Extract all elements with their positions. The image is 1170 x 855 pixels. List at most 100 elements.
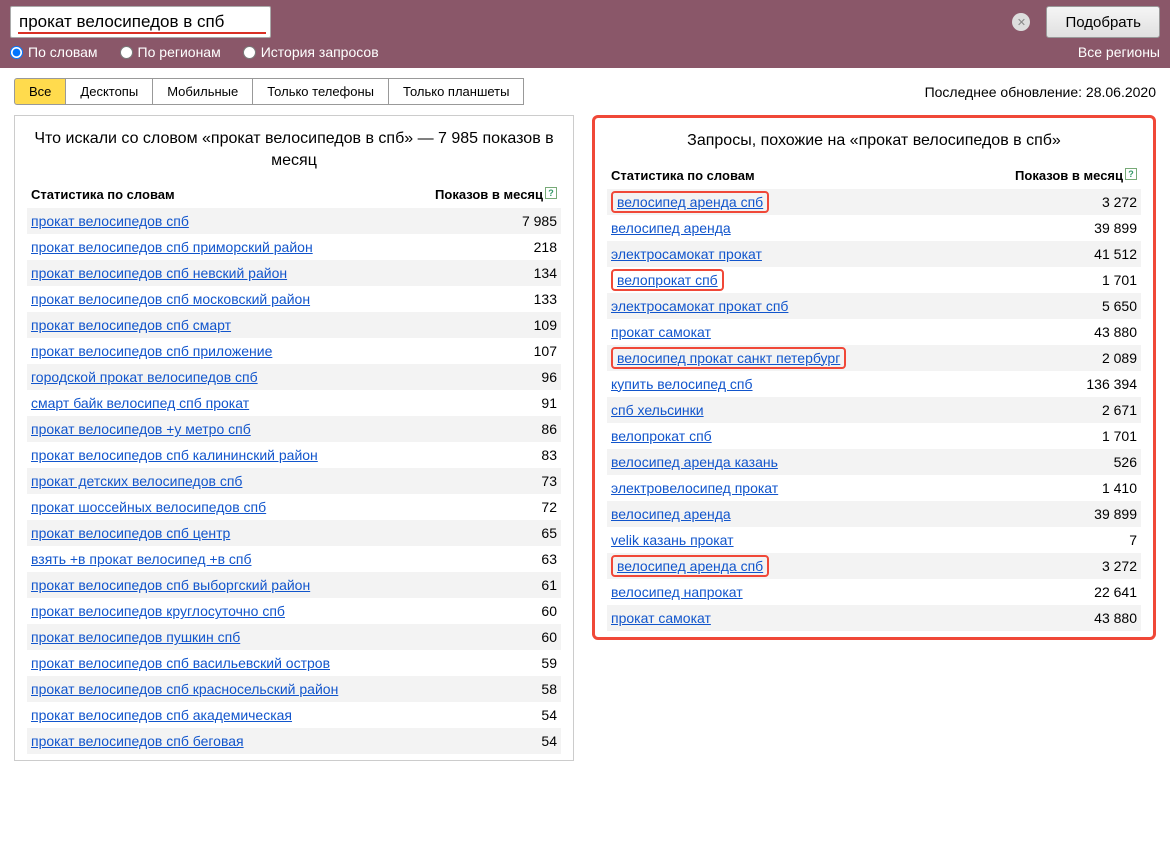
- shows-value: 5 650: [1067, 298, 1137, 314]
- table-row: прокат велосипедов спб приложение107: [27, 338, 561, 364]
- table-row: велосипед аренда казань 526: [607, 449, 1141, 475]
- shows-value: 41 512: [1067, 246, 1137, 262]
- query-link[interactable]: велосипед аренда: [611, 506, 731, 522]
- radio-label: По регионам: [138, 44, 221, 60]
- tab-all[interactable]: Все: [14, 78, 66, 105]
- table-row: прокат велосипедов спб невский район 134: [27, 260, 561, 286]
- query-link[interactable]: велопрокат спб: [611, 428, 712, 444]
- query-link[interactable]: велопрокат спб: [611, 269, 724, 291]
- shows-value: 136 394: [1067, 376, 1137, 392]
- tab-phones[interactable]: Только телефоны: [252, 78, 389, 105]
- query-link[interactable]: велосипед аренда: [611, 220, 731, 236]
- query-link[interactable]: прокат самокат: [611, 610, 711, 626]
- table-row: прокат велосипедов спб смарт 109: [27, 312, 561, 338]
- radio-history[interactable]: История запросов: [243, 44, 379, 60]
- query-link[interactable]: прокат велосипедов спб красносельский ра…: [31, 681, 338, 697]
- query-link[interactable]: спб хельсинки: [611, 402, 704, 418]
- query-link[interactable]: прокат велосипедов спб выборгский район: [31, 577, 310, 593]
- query-link[interactable]: купить велосипед спб: [611, 376, 753, 392]
- query-link[interactable]: прокат велосипедов +у метро спб: [31, 421, 251, 437]
- query-link[interactable]: прокат велосипедов спб смарт: [31, 317, 231, 333]
- query-link[interactable]: прокат шоссейных велосипедов спб: [31, 499, 266, 515]
- query-link[interactable]: велосипед аренда казань: [611, 454, 778, 470]
- shows-value: 39 899: [1067, 506, 1137, 522]
- search-underline-annotation: [18, 32, 266, 34]
- table-row: прокат шоссейных велосипедов спб 72: [27, 494, 561, 520]
- clear-icon[interactable]: ✕: [1012, 13, 1030, 31]
- table-row: электросамокат прокат спб 5 650: [607, 293, 1141, 319]
- panel-title: Запросы, похожие на «прокат велосипедов …: [607, 130, 1141, 152]
- shows-value: 65: [487, 525, 557, 541]
- query-link[interactable]: velik казань прокат: [611, 532, 734, 548]
- table-row: прокат велосипедов спб московский район1…: [27, 286, 561, 312]
- query-link[interactable]: прокат велосипедов пушкин спб: [31, 629, 240, 645]
- shows-value: 2 671: [1067, 402, 1137, 418]
- table-row: прокат велосипедов спб беговая54: [27, 728, 561, 754]
- query-link[interactable]: городской прокат велосипедов спб: [31, 369, 258, 385]
- shows-value: 526: [1067, 454, 1137, 470]
- shows-value: 3 272: [1067, 558, 1137, 574]
- query-link[interactable]: прокат велосипедов спб центр: [31, 525, 230, 541]
- query-link[interactable]: велосипед аренда спб: [611, 555, 769, 577]
- table-row: смарт байк велосипед спб прокат91: [27, 390, 561, 416]
- query-link[interactable]: прокат велосипедов спб приморский район: [31, 239, 313, 255]
- query-link[interactable]: прокат велосипедов спб приложение: [31, 343, 272, 359]
- query-link[interactable]: электровелосипед прокат: [611, 480, 778, 496]
- query-link[interactable]: прокат велосипедов спб беговая: [31, 733, 244, 749]
- th-stat: Статистика по словам: [31, 187, 435, 202]
- shows-value: 22 641: [1067, 584, 1137, 600]
- shows-value: 1 701: [1067, 272, 1137, 288]
- tab-mobile[interactable]: Мобильные: [152, 78, 253, 105]
- table-row: прокат велосипедов спб выборгский район 6…: [27, 572, 561, 598]
- table-row: прокат самокат43 880: [607, 319, 1141, 345]
- query-link[interactable]: прокат велосипедов спб: [31, 213, 189, 229]
- table-row: велосипед прокат санкт петербург2 089: [607, 345, 1141, 371]
- query-link[interactable]: велосипед прокат санкт петербург: [611, 347, 846, 369]
- query-link[interactable]: прокат велосипедов спб васильевский остр…: [31, 655, 330, 671]
- help-icon[interactable]: ?: [1125, 168, 1137, 180]
- query-link[interactable]: взять +в прокат велосипед +в спб: [31, 551, 252, 567]
- table-row: прокат велосипедов спб васильевский остр…: [27, 650, 561, 676]
- radio-by-regions[interactable]: По регионам: [120, 44, 221, 60]
- query-link[interactable]: прокат велосипедов спб академическая: [31, 707, 292, 723]
- table-header: Статистика по словам Показов в месяц?: [27, 183, 561, 208]
- tab-desktops[interactable]: Десктопы: [65, 78, 153, 105]
- table-row: велосипед аренда 39 899: [607, 501, 1141, 527]
- shows-value: 218: [487, 239, 557, 255]
- help-icon[interactable]: ?: [545, 187, 557, 199]
- tab-tablets[interactable]: Только планшеты: [388, 78, 524, 105]
- radio-by-words[interactable]: По словам: [10, 44, 98, 60]
- query-link[interactable]: прокат велосипедов спб калининский район: [31, 447, 318, 463]
- shows-value: 109: [487, 317, 557, 333]
- shows-value: 134: [487, 265, 557, 281]
- query-link[interactable]: велосипед напрокат: [611, 584, 743, 600]
- shows-value: 83: [487, 447, 557, 463]
- header-bar: ✕ Подобрать По словам По регионам Истори…: [0, 0, 1170, 68]
- query-link[interactable]: прокат детских велосипедов спб: [31, 473, 242, 489]
- query-link[interactable]: электросамокат прокат: [611, 246, 762, 262]
- submit-button[interactable]: Подобрать: [1046, 6, 1160, 38]
- table-row: прокат велосипедов спб приморский район 2…: [27, 234, 561, 260]
- query-link[interactable]: прокат велосипедов спб невский район: [31, 265, 287, 281]
- shows-value: 61: [487, 577, 557, 593]
- th-shows: Показов в месяц: [1015, 168, 1123, 183]
- table-row: велосипед аренда спб3 272: [607, 189, 1141, 215]
- tabs-row: Все Десктопы Мобильные Только телефоны Т…: [0, 68, 1170, 115]
- shows-value: 96: [487, 369, 557, 385]
- shows-value: 72: [487, 499, 557, 515]
- table-row: прокат детских велосипедов спб73: [27, 468, 561, 494]
- query-link[interactable]: электросамокат прокат спб: [611, 298, 788, 314]
- query-link[interactable]: прокат самокат: [611, 324, 711, 340]
- table-header: Статистика по словам Показов в месяц?: [607, 164, 1141, 189]
- shows-value: 60: [487, 603, 557, 619]
- query-link[interactable]: прокат велосипедов круглосуточно спб: [31, 603, 285, 619]
- table-row: прокат велосипедов спб7 985: [27, 208, 561, 234]
- regions-link[interactable]: Все регионы: [1078, 44, 1160, 60]
- table-row: велосипед аренда спб 3 272: [607, 553, 1141, 579]
- shows-value: 54: [487, 707, 557, 723]
- query-link[interactable]: прокат велосипедов спб московский район: [31, 291, 310, 307]
- radio-label: По словам: [28, 44, 98, 60]
- table-row: электросамокат прокат 41 512: [607, 241, 1141, 267]
- query-link[interactable]: велосипед аренда спб: [611, 191, 769, 213]
- query-link[interactable]: смарт байк велосипед спб прокат: [31, 395, 249, 411]
